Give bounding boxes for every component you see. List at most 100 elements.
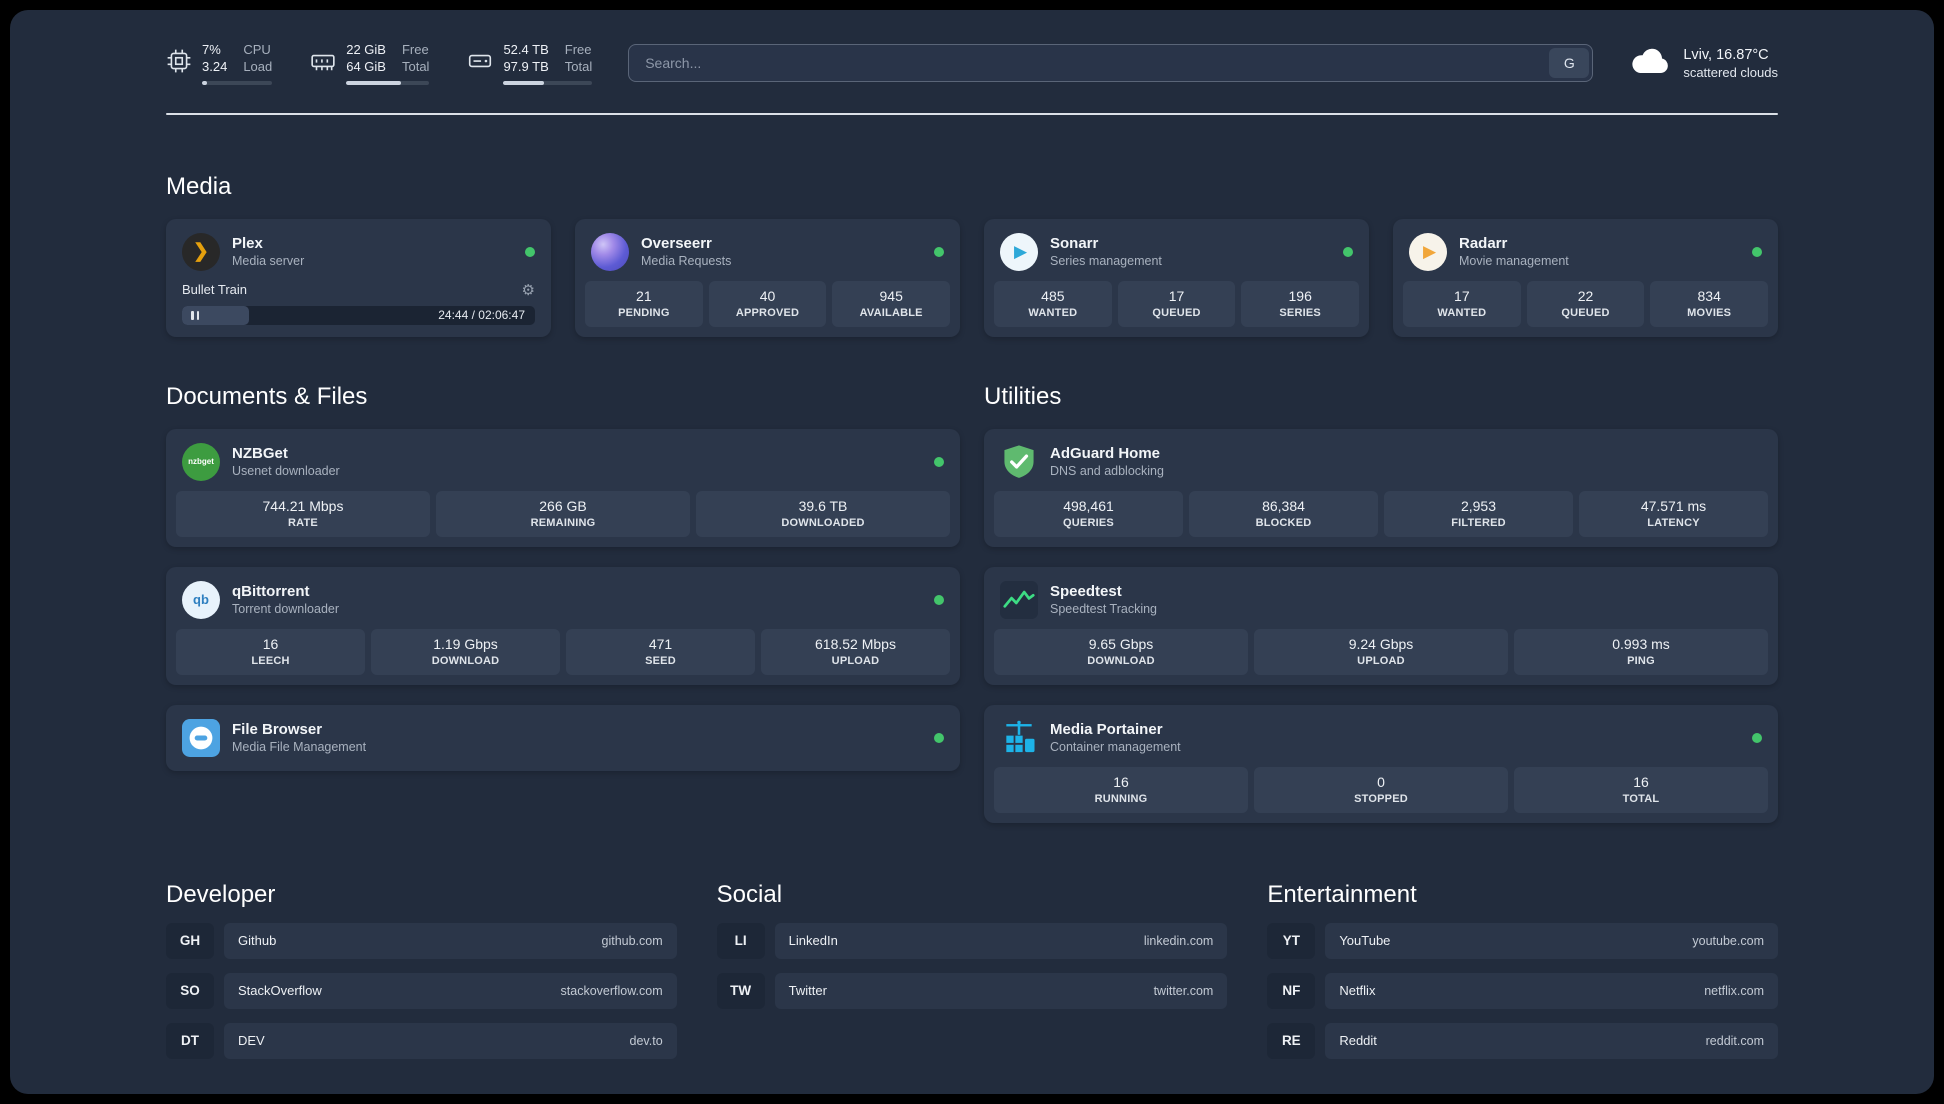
- link-name: LinkedIn: [788, 933, 838, 949]
- cpu-percent: 7%: [202, 42, 221, 57]
- service-subtitle: Container management: [1050, 740, 1181, 755]
- disk-free-value: 52.4 TB: [503, 42, 549, 57]
- link-name: Netflix: [1339, 983, 1376, 999]
- status-dot: [934, 732, 944, 743]
- link-name: Reddit: [1339, 1033, 1377, 1049]
- section-heading-documents: Documents & Files: [166, 382, 368, 410]
- link-name: DEV: [238, 1033, 265, 1049]
- service-title: AdGuard Home: [1050, 445, 1161, 463]
- stat-running: 16 RUNNING: [994, 766, 1248, 813]
- filebrowser-icon: [182, 718, 220, 757]
- cpu-icon: [166, 48, 192, 79]
- stat-downloaded: 39.6 TB DOWNLOADED: [696, 490, 950, 537]
- playback-time: 24:44 / 02:06:47: [438, 308, 525, 323]
- disk-label-2: Total: [564, 58, 593, 74]
- link-url: dev.to: [629, 1033, 663, 1048]
- stat-ping: 0.993 ms PING: [1514, 628, 1768, 675]
- ram-icon: [310, 48, 336, 79]
- ram-metric: 22 GiB 64 GiB Free Total: [310, 42, 430, 85]
- service-subtitle: Media Requests: [641, 254, 732, 269]
- topbar: 7% 3.24 CPU Load 22 GiB 64 GiB Free Tota…: [166, 10, 1778, 85]
- disk-progress-bar: [503, 80, 593, 85]
- section-heading-utilities: Utilities: [984, 382, 1062, 410]
- link-linkedin[interactable]: LI LinkedIn linkedin.com: [716, 922, 1228, 959]
- disk-metric: 52.4 TB 97.9 TB Free Total: [467, 42, 593, 85]
- link-stackoverflow[interactable]: SO StackOverflow stackoverflow.com: [166, 972, 677, 1009]
- disk-icon: [467, 48, 493, 79]
- link-twitter[interactable]: TW Twitter twitter.com: [716, 972, 1228, 1009]
- stat-approved: 40 APPROVED: [708, 280, 827, 327]
- pause-icon[interactable]: [191, 310, 199, 320]
- weather-condition: scattered clouds: [1683, 64, 1778, 80]
- service-card-plex[interactable]: ❯ Plex Media server Bullet Train ⚙ 24:44…: [166, 218, 551, 337]
- stat-upload: 618.52 Mbps UPLOAD: [761, 628, 950, 675]
- service-subtitle: Usenet downloader: [232, 464, 340, 479]
- section-heading-social: Social: [716, 880, 783, 908]
- sonarr-icon: ▶: [1000, 232, 1038, 271]
- status-dot: [525, 246, 535, 257]
- cpu-metric: 7% 3.24 CPU Load: [166, 42, 273, 85]
- service-card-adguard[interactable]: AdGuard Home DNS and adblocking 498,461 …: [984, 428, 1778, 547]
- stat-queued: 22 QUEUED: [1526, 280, 1645, 327]
- gear-icon[interactable]: ⚙: [522, 281, 535, 299]
- service-subtitle: Media server: [232, 254, 305, 269]
- service-card-sonarr[interactable]: ▶ Sonarr Series management 485 WANTED 17…: [984, 218, 1369, 337]
- service-card-speedtest[interactable]: Speedtest Speedtest Tracking 9.65 Gbps D…: [984, 566, 1778, 685]
- stat-seed: 471 SEED: [566, 628, 755, 675]
- stat-filtered: 2,953 FILTERED: [1384, 490, 1573, 537]
- service-card-qbittorrent[interactable]: qb qBittorrent Torrent downloader 16 LEE…: [166, 566, 960, 685]
- section-heading-entertainment: Entertainment: [1267, 880, 1417, 908]
- service-title: Radarr: [1459, 235, 1508, 253]
- github-icon: GH: [166, 922, 214, 959]
- stat-download: 1.19 Gbps DOWNLOAD: [371, 628, 560, 675]
- service-card-radarr[interactable]: ▶ Radarr Movie management 17 WANTED 22 Q…: [1393, 218, 1778, 337]
- link-dev[interactable]: DT DEV dev.to: [166, 1022, 677, 1059]
- cpu-progress-bar: [202, 80, 273, 85]
- status-dot: [1752, 246, 1762, 257]
- service-card-portainer[interactable]: Media Portainer Container management 16 …: [984, 704, 1778, 823]
- plex-icon: ❯: [182, 232, 220, 271]
- stat-blocked: 86,384 BLOCKED: [1189, 490, 1378, 537]
- ram-label-1: Free: [401, 42, 429, 57]
- link-url: github.com: [601, 933, 663, 948]
- service-card-filebrowser[interactable]: File Browser Media File Management: [166, 704, 960, 771]
- search-provider-button[interactable]: G: [1549, 48, 1590, 79]
- link-netflix[interactable]: NF Netflix netflix.com: [1267, 972, 1778, 1009]
- link-name: YouTube: [1339, 933, 1391, 949]
- section-social: Social LI LinkedIn linkedin.com TW Twitt…: [716, 880, 1228, 1059]
- service-card-nzbget[interactable]: nzbget NZBGet Usenet downloader 744.21 M…: [166, 428, 960, 547]
- link-reddit[interactable]: RE Reddit reddit.com: [1267, 1022, 1778, 1059]
- search-input[interactable]: [628, 44, 1594, 83]
- link-name: Github: [238, 933, 277, 949]
- section-utilities: Utilities AdGuard Home DNS and adblockin…: [984, 383, 1778, 823]
- stat-wanted: 17 WANTED: [1403, 280, 1521, 327]
- weather-widget: Lviv, 16.87°C scattered clouds: [1629, 46, 1778, 81]
- playback-progress-bar[interactable]: 24:44 / 02:06:47: [182, 305, 535, 325]
- radarr-icon: ▶: [1409, 232, 1447, 271]
- service-subtitle: Speedtest Tracking: [1050, 602, 1158, 617]
- service-subtitle: Media File Management: [232, 740, 367, 755]
- nzbget-icon: nzbget: [182, 442, 220, 481]
- service-card-overseerr[interactable]: Overseerr Media Requests 21 PENDING 40 A…: [575, 218, 960, 337]
- link-github[interactable]: GH Github github.com: [166, 922, 677, 959]
- stat-upload: 9.24 Gbps UPLOAD: [1254, 628, 1508, 675]
- dev-icon: DT: [166, 1022, 214, 1059]
- status-dot: [1343, 246, 1353, 257]
- cpu-label-2: Load: [243, 58, 273, 74]
- stat-pending: 21 PENDING: [585, 280, 703, 327]
- adguard-icon: [1000, 443, 1038, 481]
- stat-movies: 834 MOVIES: [1650, 280, 1769, 327]
- stat-leech: 16 LEECH: [176, 628, 365, 675]
- disk-label-1: Free: [564, 42, 592, 57]
- service-title: Sonarr: [1050, 235, 1099, 253]
- cpu-load-value: 3.24: [202, 58, 228, 74]
- service-subtitle: Series management: [1050, 254, 1162, 269]
- stackoverflow-icon: SO: [166, 972, 214, 1009]
- link-youtube[interactable]: YT YouTube youtube.com: [1267, 922, 1778, 959]
- section-entertainment: Entertainment YT YouTube youtube.com NF …: [1267, 881, 1778, 1059]
- link-url: youtube.com: [1692, 933, 1764, 948]
- cloud-icon: [1629, 46, 1671, 81]
- stat-rate: 744.21 Mbps RATE: [176, 490, 430, 537]
- section-developer: Developer GH Github github.com SO StackO…: [166, 881, 677, 1059]
- link-name: Twitter: [788, 983, 827, 999]
